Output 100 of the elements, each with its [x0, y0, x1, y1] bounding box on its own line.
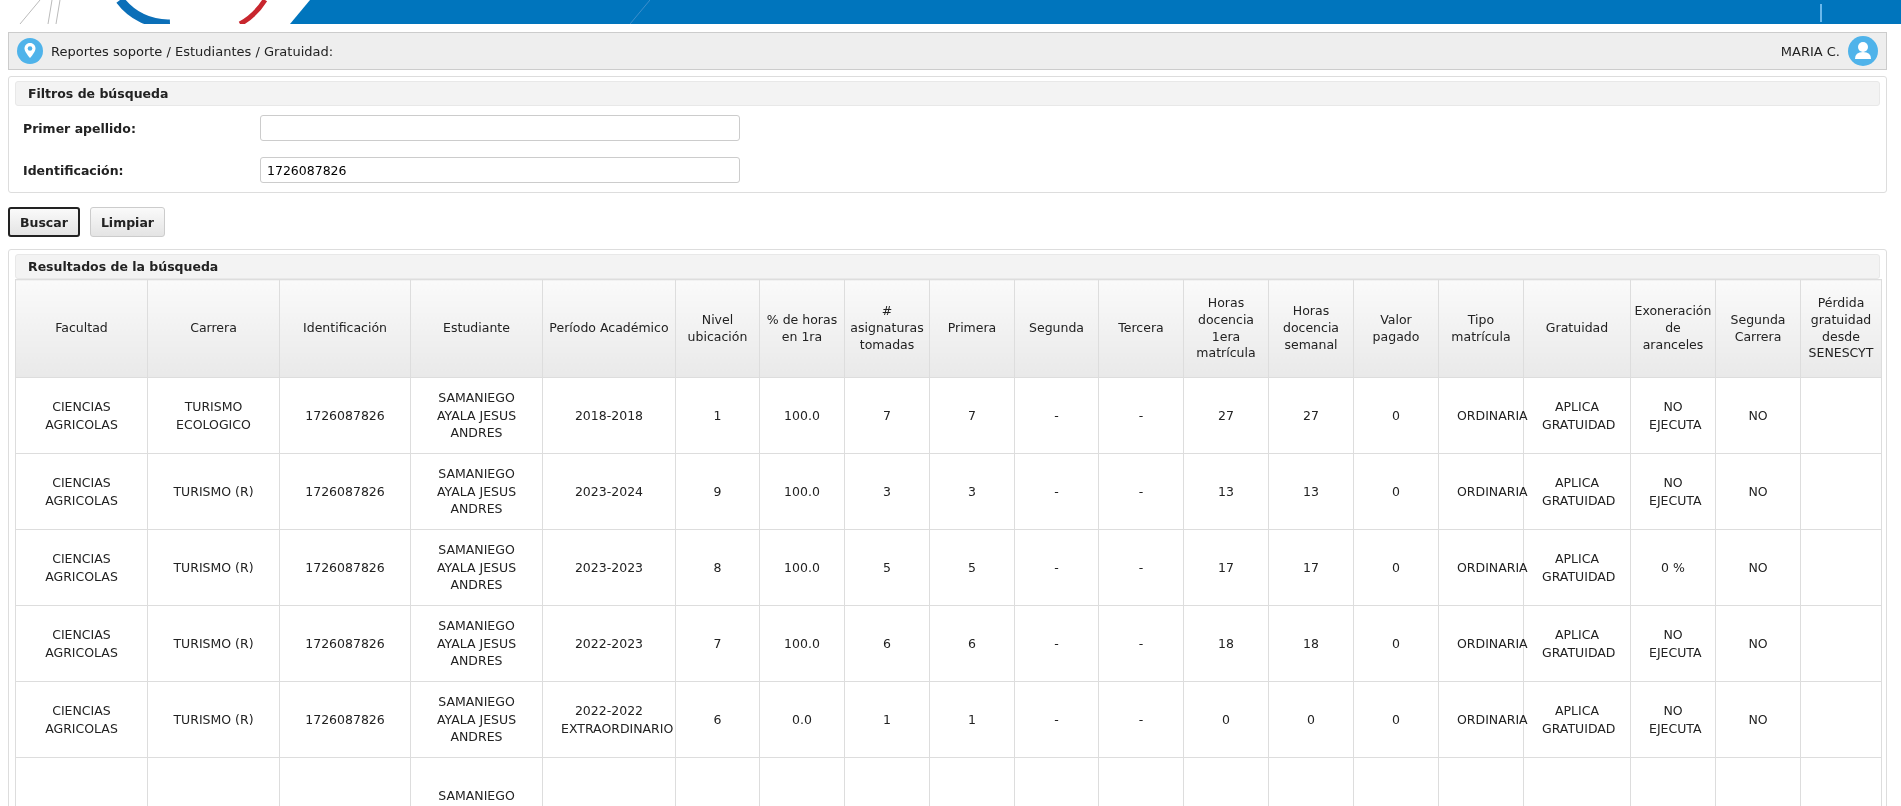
- input-field[interactable]: 1726087826: [260, 157, 740, 183]
- table-cell: 0: [1392, 559, 1400, 575]
- column-header[interactable]: Exoneración de aranceles: [1630, 279, 1716, 378]
- table-cell: ORDINARIA: [1457, 711, 1528, 727]
- table-cell: TURISMO (R): [173, 711, 254, 727]
- table-cell: 7: [883, 407, 891, 423]
- table-cell: 100.0: [784, 559, 820, 575]
- column-header[interactable]: Horas docencia semanal: [1268, 279, 1354, 378]
- user-name: MARIA C.: [1780, 43, 1840, 59]
- table-cell: NO EJECUTA: [1649, 475, 1702, 508]
- table-cell: 6: [968, 635, 976, 651]
- table-cell: TURISMO ECOLOGICO: [176, 399, 251, 432]
- column-header[interactable]: Primera: [929, 279, 1015, 378]
- table-cell: NO: [1748, 635, 1768, 651]
- table-cell: 13: [1303, 483, 1319, 499]
- table-cell: 27: [1303, 407, 1319, 423]
- table-cell: TURISMO (R): [173, 483, 254, 499]
- column-header[interactable]: Carrera: [147, 279, 280, 378]
- table-cell: ORDINARIA: [1457, 483, 1528, 499]
- table-cell: NO: [1748, 483, 1768, 499]
- table-cell: 3: [968, 483, 976, 499]
- table-cell: 6: [883, 635, 891, 651]
- table-cell: 0 %: [1661, 559, 1685, 575]
- table-cell: ORDINARIA: [1457, 635, 1528, 651]
- column-header[interactable]: Pérdida gratuidad desde SENESCYT: [1800, 279, 1882, 378]
- table-cell: 2022-2023: [574, 635, 644, 651]
- table-cell: TURISMO (R): [173, 559, 254, 575]
- table-cell: NO EJECUTA: [1649, 399, 1702, 432]
- table-cell: -: [1138, 407, 1144, 423]
- table-cell: 3: [883, 483, 891, 499]
- table-cell: 0: [1392, 711, 1400, 727]
- column-header[interactable]: Tercera: [1098, 279, 1184, 378]
- column-header[interactable]: Horas docencia 1era matrícula: [1183, 279, 1269, 378]
- table-cell: 1726087826: [305, 407, 385, 423]
- breadcrumb: Reportes soporte / Estudiantes / Gratuidad:: [51, 43, 334, 59]
- table-cell: 17: [1218, 559, 1234, 575]
- column-header[interactable]: Identificación: [279, 279, 411, 378]
- table-cell: SAMANIEGO AYALA JESUS ANDRES: [436, 390, 517, 441]
- table-cell: 100.0: [784, 483, 820, 499]
- table-cell: 1: [968, 711, 976, 727]
- table-cell: TURISMO (R): [173, 635, 254, 651]
- table-cell: ORDINARIA: [1457, 407, 1528, 423]
- table-cell: -: [1054, 559, 1059, 575]
- table-cell: NO EJECUTA: [1649, 703, 1702, 736]
- table-cell: -: [1054, 635, 1059, 651]
- table-cell: -: [1138, 635, 1144, 651]
- column-header[interactable]: % de horas en 1ra: [759, 279, 845, 378]
- table-cell: APLICA GRATUIDAD: [1542, 703, 1616, 736]
- table-cell: 9: [713, 483, 722, 499]
- column-header[interactable]: Gratuidad: [1523, 279, 1631, 378]
- table-cell: 7: [713, 635, 722, 651]
- table-cell: 1726087826: [305, 559, 385, 575]
- table-cell: 17: [1303, 559, 1319, 575]
- table-cell: 0: [1222, 711, 1230, 727]
- table-cell: 100.0: [784, 407, 820, 423]
- table-cell: 6: [713, 711, 722, 727]
- table-cell: 13: [1218, 483, 1234, 499]
- table-cell: 1726087826: [305, 483, 385, 499]
- table-cell: SAMANIEGO: [438, 787, 515, 803]
- panel-title: Filtros de búsqueda: [28, 86, 169, 101]
- table-cell: 0: [1392, 407, 1400, 423]
- table-cell: CIENCIAS AGRICOLAS: [45, 627, 118, 660]
- table-cell: 1726087826: [305, 711, 385, 727]
- table-cell: NO: [1748, 407, 1768, 423]
- input-field[interactable]: [260, 115, 740, 141]
- column-header[interactable]: Facultad: [15, 279, 148, 378]
- table-cell: -: [1054, 483, 1059, 499]
- table-cell: 7: [968, 407, 976, 423]
- user-icon[interactable]: [1848, 36, 1878, 66]
- table-cell: APLICA GRATUIDAD: [1542, 399, 1616, 432]
- table-cell: NO EJECUTA: [1649, 627, 1702, 660]
- table-cell: 18: [1303, 635, 1319, 651]
- field-label: Primer apellido:: [22, 120, 137, 136]
- table-cell: 1: [883, 711, 891, 727]
- table-cell: 2023-2024: [574, 483, 644, 499]
- column-header[interactable]: # asignaturas tomadas: [844, 279, 930, 378]
- column-header[interactable]: Segunda Carrera: [1715, 279, 1801, 378]
- table-cell: 0: [1392, 483, 1400, 499]
- table-cell: -: [1138, 559, 1144, 575]
- table-cell: CIENCIAS AGRICOLAS: [45, 551, 118, 584]
- table-cell: SAMANIEGO AYALA JESUS ANDRES: [436, 618, 517, 669]
- location-icon: [17, 38, 43, 64]
- column-header[interactable]: Período Académico: [542, 279, 676, 378]
- table-cell: ORDINARIA: [1457, 559, 1528, 575]
- table-cell: APLICA GRATUIDAD: [1542, 627, 1616, 660]
- column-header[interactable]: Nivel ubicación: [675, 279, 760, 378]
- table-cell: 1726087826: [305, 635, 385, 651]
- table-cell: CIENCIAS AGRICOLAS: [45, 399, 118, 432]
- clear-button[interactable]: Limpiar: [89, 207, 165, 237]
- column-header[interactable]: Tipo matrícula: [1438, 279, 1524, 378]
- table-cell: NO: [1748, 559, 1768, 575]
- table-cell: 100.0: [784, 635, 820, 651]
- search-button[interactable]: Buscar: [8, 207, 80, 237]
- column-header[interactable]: Estudiante: [410, 279, 543, 378]
- column-header[interactable]: Segunda: [1014, 279, 1099, 378]
- table-cell: 18: [1218, 635, 1234, 651]
- table-cell: CIENCIAS AGRICOLAS: [45, 475, 118, 508]
- table-cell: CIENCIAS AGRICOLAS: [45, 703, 118, 736]
- column-header[interactable]: Valor pagado: [1353, 279, 1439, 378]
- divider-mark: [1820, 4, 1822, 22]
